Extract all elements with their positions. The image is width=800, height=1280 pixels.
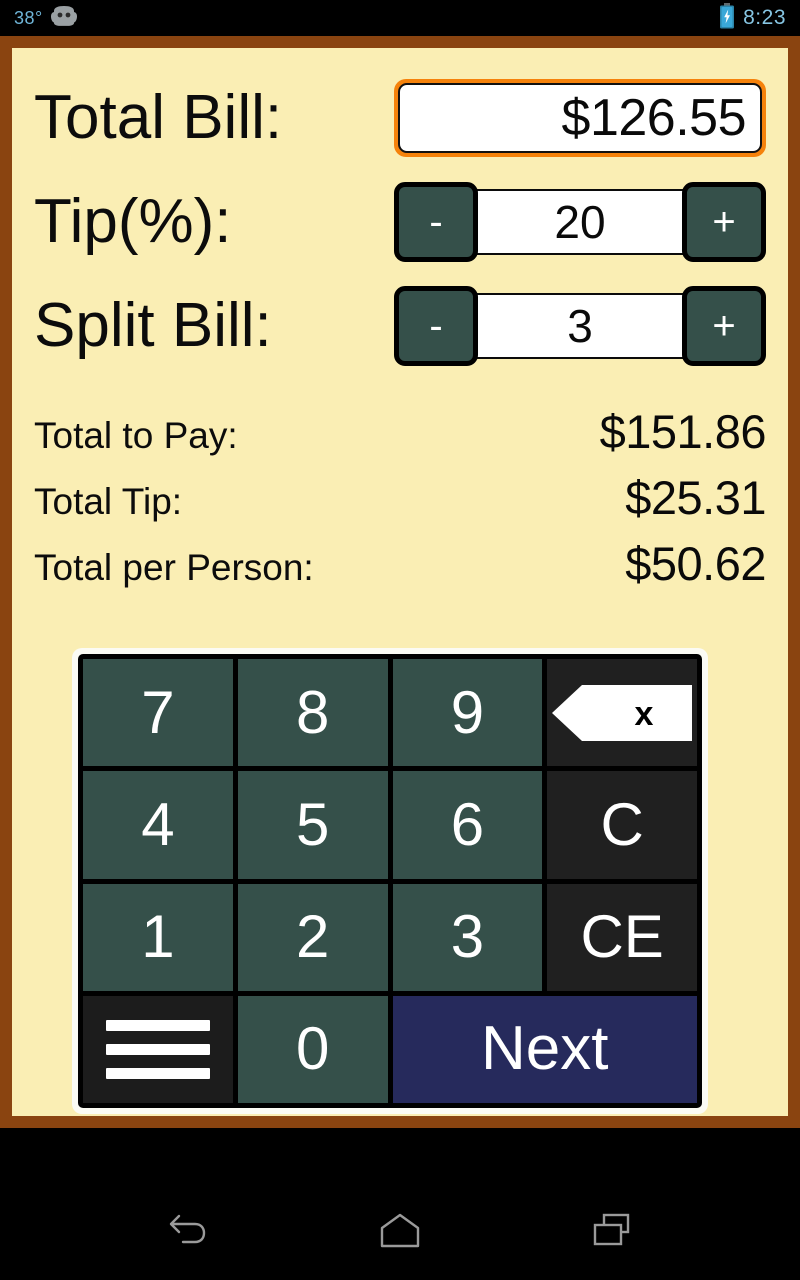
nav-back-button[interactable] xyxy=(157,1201,219,1263)
split-bill-value[interactable]: 3 xyxy=(474,293,686,359)
tip-percent-row: Tip(%): - 20 + xyxy=(34,170,766,274)
total-tip-label: Total Tip: xyxy=(34,481,183,522)
menu-key[interactable] xyxy=(83,995,233,1103)
key-2[interactable]: 2 xyxy=(237,883,388,991)
key-5[interactable]: 5 xyxy=(237,771,388,879)
tip-increment-button[interactable]: + xyxy=(682,182,766,262)
app-content: Total Bill: $126.55 Tip(%): - 20 + Split… xyxy=(12,48,788,1116)
temperature-text: 38° xyxy=(14,7,43,28)
next-button[interactable]: Next xyxy=(392,995,697,1103)
split-increment-button[interactable]: + xyxy=(682,286,766,366)
keypad-frame: 7 8 9 x 4 5 6 C 1 2 3 CE 0 Next xyxy=(72,648,708,1114)
nav-home-button[interactable] xyxy=(369,1201,431,1263)
svg-text:x: x xyxy=(635,695,654,733)
key-3[interactable]: 3 xyxy=(392,883,543,991)
status-bar: 38° 8:23 xyxy=(0,0,800,36)
key-6[interactable]: 6 xyxy=(392,771,543,879)
backspace-key[interactable]: x xyxy=(547,659,697,767)
android-droid-icon xyxy=(50,5,77,31)
device-screen: 38° 8:23 Total Bill: $126.55 Tip(%): - 2… xyxy=(0,0,800,1280)
tip-percent-label: Tip(%): xyxy=(34,187,232,256)
android-navigation-bar xyxy=(0,1184,800,1280)
total-bill-input[interactable]: $126.55 xyxy=(394,79,766,157)
total-bill-row: Total Bill: $126.55 xyxy=(34,66,766,170)
key-1[interactable]: 1 xyxy=(83,883,233,991)
backspace-icon: x xyxy=(552,684,693,741)
back-icon xyxy=(167,1212,209,1253)
clock-text: 8:23 xyxy=(743,6,786,29)
key-8[interactable]: 8 xyxy=(237,659,388,767)
nav-recents-button[interactable] xyxy=(581,1201,643,1263)
clear-entry-key[interactable]: CE xyxy=(547,883,697,991)
summary-section: Total to Pay: $151.86 Total Tip: $25.31 … xyxy=(34,404,767,602)
battery-charging-icon xyxy=(719,2,735,34)
status-bar-right: 8:23 xyxy=(719,2,786,34)
home-icon xyxy=(376,1210,424,1255)
total-per-person-value: $50.62 xyxy=(625,537,766,590)
total-bill-value[interactable]: $126.55 xyxy=(398,83,762,153)
tip-percent-value[interactable]: 20 xyxy=(474,189,686,255)
total-to-pay-row: Total to Pay: $151.86 xyxy=(34,404,767,470)
total-bill-label: Total Bill: xyxy=(34,83,283,152)
tip-percent-stepper: - 20 + xyxy=(394,182,766,262)
recents-icon xyxy=(590,1210,634,1255)
key-0[interactable]: 0 xyxy=(237,995,388,1103)
key-7[interactable]: 7 xyxy=(83,659,233,767)
split-bill-label: Split Bill: xyxy=(34,291,272,360)
total-per-person-row: Total per Person: $50.62 xyxy=(34,536,766,602)
split-bill-stepper: - 3 + xyxy=(394,286,766,366)
total-tip-row: Total Tip: $25.31 xyxy=(34,470,766,536)
app-window-frame: Total Bill: $126.55 Tip(%): - 20 + Split… xyxy=(0,36,800,1128)
hamburger-menu-icon xyxy=(105,1019,210,1079)
total-to-pay-label: Total to Pay: xyxy=(34,415,238,456)
total-to-pay-value: $151.86 xyxy=(599,405,767,458)
clear-key[interactable]: C xyxy=(547,771,697,879)
key-4[interactable]: 4 xyxy=(83,771,233,879)
key-9[interactable]: 9 xyxy=(392,659,543,767)
tip-decrement-button[interactable]: - xyxy=(394,182,478,262)
split-decrement-button[interactable]: - xyxy=(394,286,478,366)
total-per-person-label: Total per Person: xyxy=(34,547,314,588)
split-bill-row: Split Bill: - 3 + xyxy=(34,274,766,378)
keypad: 7 8 9 x 4 5 6 C 1 2 3 CE 0 Next xyxy=(78,654,702,1108)
status-bar-left: 38° xyxy=(14,5,77,31)
total-tip-value: $25.31 xyxy=(625,471,766,524)
